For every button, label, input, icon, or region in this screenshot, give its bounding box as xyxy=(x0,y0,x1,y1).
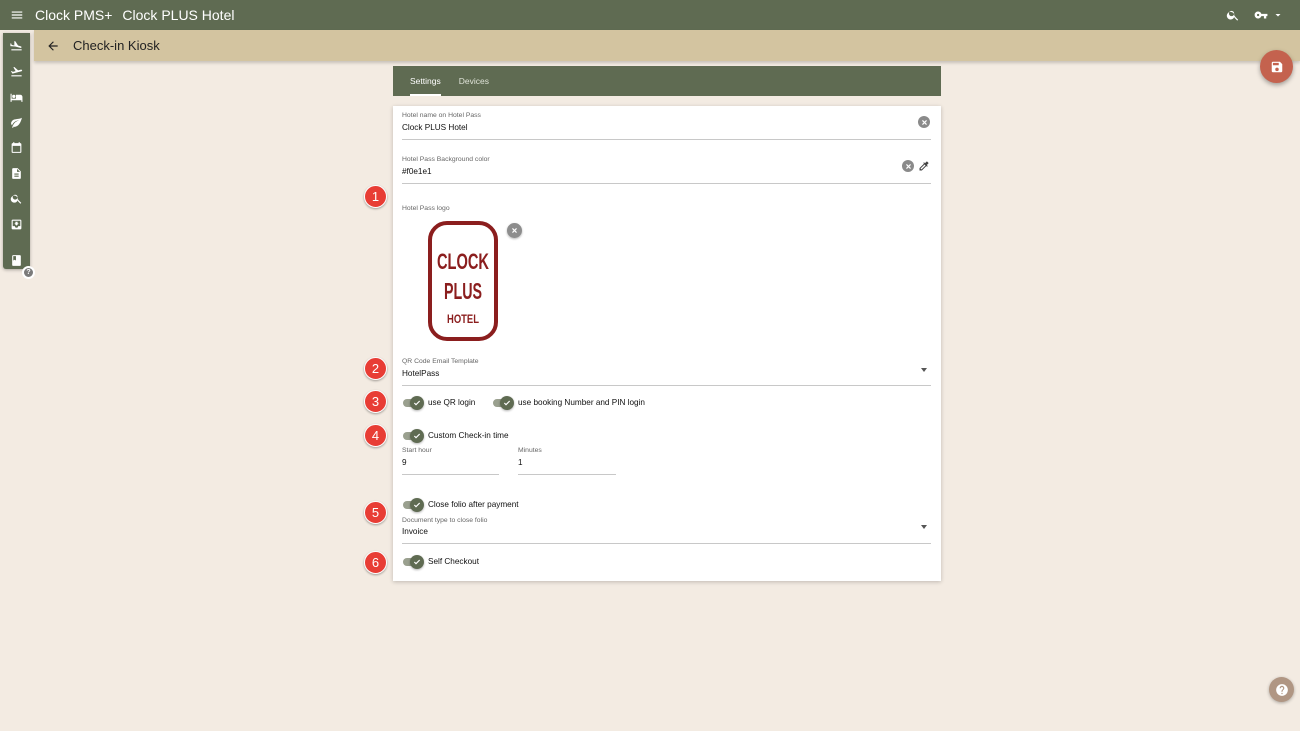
flight-takeoff-icon[interactable] xyxy=(3,60,30,82)
annotation-marker-3: 3 xyxy=(364,390,387,413)
clear-bg-color-button[interactable] xyxy=(902,160,914,172)
close-icon xyxy=(905,163,911,169)
flight-land-icon[interactable] xyxy=(3,34,30,56)
save-button[interactable] xyxy=(1260,50,1293,83)
custom-checkin-label: Custom Check-in time xyxy=(428,431,509,440)
close-icon xyxy=(921,119,927,125)
toggle-track xyxy=(493,395,514,410)
logo-text-hotel: HOTEL xyxy=(447,312,479,326)
self-checkout-toggle[interactable]: Self Checkout xyxy=(403,554,479,569)
toggle-track xyxy=(403,554,424,569)
divider xyxy=(402,543,931,544)
check-icon xyxy=(500,395,514,410)
document-icon[interactable] xyxy=(3,162,30,184)
rail-help-badge[interactable]: ? xyxy=(22,266,35,279)
chevron-down-icon[interactable] xyxy=(921,368,927,372)
hotel-name-field[interactable]: Hotel name on Hotel Pass Clock PLUS Hote… xyxy=(402,112,931,140)
clear-hotel-name-button[interactable] xyxy=(918,116,930,128)
hotel-name-input[interactable]: Clock PLUS Hotel xyxy=(402,123,468,132)
divider xyxy=(402,474,499,475)
check-icon xyxy=(410,554,424,569)
logo-text-clock: CLOCK xyxy=(437,249,489,274)
use-qr-login-label: use QR login xyxy=(428,398,476,407)
calendar-icon[interactable] xyxy=(3,136,30,158)
custom-checkin-toggle[interactable]: Custom Check-in time xyxy=(403,428,509,443)
doc-type-value: Invoice xyxy=(402,527,428,536)
logo-text-plus: PLUS xyxy=(444,278,482,304)
chevron-down-icon[interactable] xyxy=(921,525,927,529)
arrow-back-icon xyxy=(48,40,58,51)
toggle-track xyxy=(403,428,424,443)
hotel-logo-image: CLOCK PLUS HOTEL xyxy=(428,221,498,341)
doc-type-label: Document type to close folio xyxy=(402,517,488,524)
bg-color-input[interactable]: #f0e1e1 xyxy=(402,167,432,176)
key-menu-button[interactable] xyxy=(1254,8,1284,22)
search-icon[interactable] xyxy=(1226,8,1240,22)
tab-bar: Settings Devices xyxy=(393,66,941,96)
color-picker-icon[interactable] xyxy=(918,160,930,172)
bg-color-field[interactable]: Hotel Pass Background color #f0e1e1 xyxy=(402,156,931,184)
qr-template-select[interactable]: QR Code Email Template HotelPass xyxy=(402,358,931,386)
close-folio-label: Close folio after payment xyxy=(428,500,519,509)
logo-label: Hotel Pass logo xyxy=(402,205,450,212)
hotel-title: Clock PLUS Hotel xyxy=(122,7,235,23)
divider xyxy=(402,139,931,140)
toggle-track xyxy=(403,497,424,512)
menu-icon[interactable] xyxy=(0,0,34,30)
leaf-icon[interactable] xyxy=(3,111,30,133)
hotel-name-label: Hotel name on Hotel Pass xyxy=(402,112,481,119)
back-button[interactable] xyxy=(34,30,72,61)
top-app-bar: Clock PMS+ Clock PLUS Hotel xyxy=(0,0,1300,30)
hotel-bed-icon[interactable] xyxy=(3,86,30,108)
page-title: Check-in Kiosk xyxy=(73,38,160,53)
toggle-track xyxy=(403,395,424,410)
bg-color-label: Hotel Pass Background color xyxy=(402,156,490,163)
help-button[interactable] xyxy=(1269,677,1294,702)
inbox-download-icon[interactable] xyxy=(3,213,30,235)
close-icon xyxy=(512,228,517,233)
tab-settings[interactable]: Settings xyxy=(402,66,449,96)
key-icon xyxy=(1254,11,1268,19)
arrow-drop-down-icon xyxy=(1275,14,1281,17)
self-checkout-label: Self Checkout xyxy=(428,557,479,566)
qr-template-label: QR Code Email Template xyxy=(402,358,479,365)
check-icon xyxy=(410,395,424,410)
divider xyxy=(402,385,931,386)
minutes-label: Minutes xyxy=(518,447,542,454)
use-booking-pin-label: use booking Number and PIN login xyxy=(518,398,645,407)
start-hour-input[interactable]: 9 xyxy=(402,458,407,467)
annotation-marker-1: 1 xyxy=(364,185,387,208)
settings-card: Hotel name on Hotel Pass Clock PLUS Hote… xyxy=(393,106,941,581)
tab-devices[interactable]: Devices xyxy=(451,66,497,96)
qr-template-value: HotelPass xyxy=(402,369,440,378)
save-icon xyxy=(1271,61,1282,72)
help-icon xyxy=(1275,683,1288,696)
use-qr-login-toggle[interactable]: use QR login xyxy=(403,395,476,410)
divider xyxy=(402,183,931,184)
start-hour-label: Start hour xyxy=(402,447,432,454)
minutes-input[interactable]: 1 xyxy=(518,458,523,467)
annotation-marker-6: 6 xyxy=(364,551,387,574)
annotation-marker-2: 2 xyxy=(364,357,387,380)
check-icon xyxy=(410,497,424,512)
divider xyxy=(518,474,616,475)
navigation-rail xyxy=(3,33,30,269)
app-title: Clock PMS+ xyxy=(35,7,113,23)
page-header: Check-in Kiosk xyxy=(34,30,1300,61)
doc-type-select[interactable]: Document type to close folio Invoice xyxy=(402,517,931,545)
remove-logo-button[interactable] xyxy=(507,223,522,238)
annotation-marker-4: 4 xyxy=(364,424,387,447)
search-icon[interactable] xyxy=(3,187,30,209)
use-booking-pin-toggle[interactable]: use booking Number and PIN login xyxy=(493,395,645,410)
check-icon xyxy=(410,428,424,443)
start-hour-field[interactable]: Start hour 9 xyxy=(402,447,499,475)
close-folio-toggle[interactable]: Close folio after payment xyxy=(403,497,519,512)
annotation-marker-5: 5 xyxy=(364,501,387,524)
minutes-field[interactable]: Minutes 1 xyxy=(518,447,616,475)
